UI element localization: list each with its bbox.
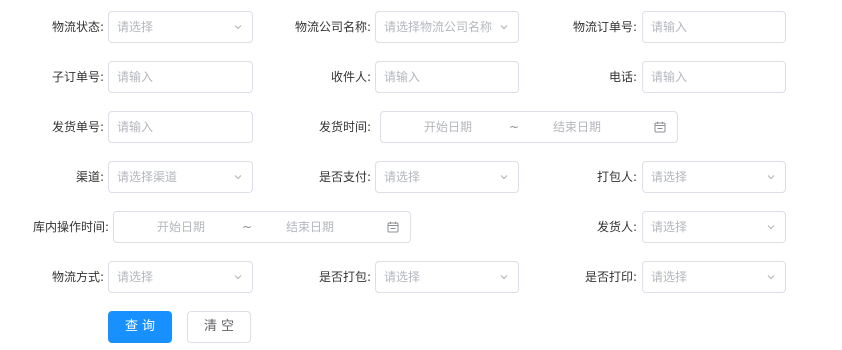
is-printed-placeholder: 请选择 <box>651 270 688 284</box>
sub-order-no-input[interactable]: 请输入 <box>108 61 253 93</box>
sub-order-no-label: 子订单号: <box>51 70 104 84</box>
sub-order-no-placeholder: 请输入 <box>117 70 154 84</box>
recipient-placeholder: 请输入 <box>384 70 421 84</box>
is-packed-label: 是否打包: <box>318 270 371 284</box>
packer-select[interactable]: 请选择 <box>642 161 786 193</box>
warehouse-op-time-label: 库内操作时间: <box>32 220 109 234</box>
shipper-placeholder: 请选择 <box>651 220 688 234</box>
packer-label: 打包人: <box>596 170 637 184</box>
logistics-status-placeholder: 请选择 <box>117 20 154 34</box>
warehouse-op-time-range-picker[interactable]: 开始日期 ~ 结束日期 <box>113 211 411 243</box>
shipment-no-input[interactable]: 请输入 <box>108 111 253 143</box>
shipment-no-placeholder: 请输入 <box>117 120 154 134</box>
is-packed-placeholder: 请选择 <box>384 270 421 284</box>
is-packed-select[interactable]: 请选择 <box>375 261 519 293</box>
logistics-order-no-label: 物流订单号: <box>572 20 637 34</box>
ship-time-start-input[interactable]: 开始日期 <box>424 112 472 142</box>
logistics-status-label: 物流状态: <box>51 20 104 34</box>
logistics-company-placeholder: 请选择物流公司名称 <box>384 20 492 34</box>
logistics-method-placeholder: 请选择 <box>117 270 154 284</box>
phone-label: 电话: <box>608 70 637 84</box>
recipient-input[interactable]: 请输入 <box>375 61 519 93</box>
warehouse-op-time-end-input[interactable]: 结束日期 <box>286 212 334 242</box>
clear-button[interactable]: 清空 <box>187 311 251 343</box>
ship-time-range-picker[interactable]: 开始日期 ~ 结束日期 <box>380 111 678 143</box>
chevron-down-icon <box>767 175 775 180</box>
is-paid-placeholder: 请选择 <box>384 170 421 184</box>
ship-time-end-input[interactable]: 结束日期 <box>553 112 601 142</box>
is-paid-select[interactable]: 请选择 <box>375 161 519 193</box>
logistics-company-label: 物流公司名称: <box>294 20 371 34</box>
shipment-no-label: 发货单号: <box>51 120 104 134</box>
warehouse-op-time-start-input[interactable]: 开始日期 <box>157 212 205 242</box>
chevron-down-icon <box>234 25 242 30</box>
chevron-down-icon <box>500 175 508 180</box>
is-printed-select[interactable]: 请选择 <box>642 261 786 293</box>
ship-time-separator: ~ <box>509 120 520 134</box>
phone-placeholder: 请输入 <box>651 70 688 84</box>
warehouse-op-time-separator: ~ <box>242 220 253 234</box>
logistics-method-select[interactable]: 请选择 <box>108 261 253 293</box>
packer-placeholder: 请选择 <box>651 170 688 184</box>
logistics-status-select[interactable]: 请选择 <box>108 11 253 43</box>
ship-time-label: 发货时间: <box>318 120 371 134</box>
calendar-icon[interactable] <box>387 221 399 233</box>
is-printed-label: 是否打印: <box>584 270 637 284</box>
channel-select[interactable]: 请选择渠道 <box>108 161 253 193</box>
logistics-order-no-placeholder: 请输入 <box>651 20 688 34</box>
recipient-label: 收件人: <box>330 70 371 84</box>
chevron-down-icon <box>500 275 508 280</box>
phone-input[interactable]: 请输入 <box>642 61 786 93</box>
chevron-down-icon <box>234 275 242 280</box>
chevron-down-icon <box>500 25 508 30</box>
logistics-order-no-input[interactable]: 请输入 <box>642 11 786 43</box>
chevron-down-icon <box>767 225 775 230</box>
shipper-label: 发货人: <box>596 220 637 234</box>
channel-label: 渠道: <box>75 170 104 184</box>
shipper-select[interactable]: 请选择 <box>642 211 786 243</box>
logistics-method-label: 物流方式: <box>51 270 104 284</box>
logistics-company-select[interactable]: 请选择物流公司名称 <box>375 11 519 43</box>
chevron-down-icon <box>767 275 775 280</box>
chevron-down-icon <box>234 175 242 180</box>
channel-placeholder: 请选择渠道 <box>117 170 178 184</box>
is-paid-label: 是否支付: <box>318 170 371 184</box>
calendar-icon[interactable] <box>654 121 666 133</box>
query-button[interactable]: 查询 <box>108 311 172 343</box>
